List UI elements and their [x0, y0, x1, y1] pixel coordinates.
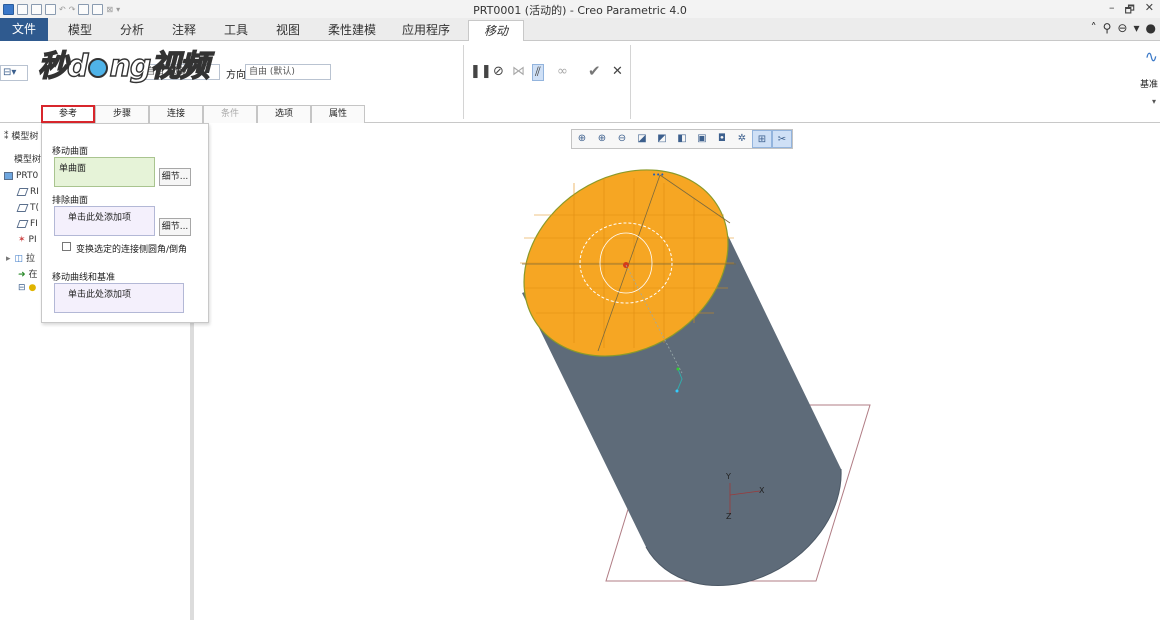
annotation-display-icon[interactable]: ✂ [772, 130, 792, 148]
tab-options[interactable]: 选项 [257, 105, 311, 123]
direction-field[interactable]: 自由 (默认) [245, 64, 331, 80]
dashboard-tabs: 参考 步骤 连接 条件 选项 属性 [41, 105, 365, 123]
feature-status-dot-icon: ● [28, 283, 37, 293]
exclude-surfaces-details-button[interactable]: 细节... [159, 218, 191, 236]
coordinate-system-icon: ✶ [18, 235, 26, 245]
tree-item-move-feature[interactable]: ⊟ ● [18, 283, 36, 293]
extrude-icon: ◫ [14, 254, 24, 264]
saved-orientations-icon[interactable]: ◧ [672, 130, 692, 148]
transform-rounds-label: 变换选定的连接侧圆角/倒角 [76, 245, 188, 255]
tab-model[interactable]: 模型 [58, 20, 102, 40]
tab-conditions[interactable]: 条件 [203, 105, 257, 123]
ribbon-tab-bar: 文件 模型 分析 注释 工具 视图 柔性建模 应用程序 移动 ˄ ⚲ ⊖ ▾ ● [0, 18, 1160, 42]
help-icon[interactable]: ⊖ [1117, 21, 1127, 35]
exclude-surfaces-collector[interactable]: 单击此处添加项 [54, 206, 155, 236]
datum-plane-icon [16, 203, 29, 212]
tab-analysis[interactable]: 分析 [110, 20, 154, 40]
model-viewport[interactable]: Y X Z ••• [194, 123, 1160, 620]
move-curves-label: 移动曲线和基准 [52, 273, 116, 283]
tree-item-top-plane[interactable]: T( [16, 203, 39, 213]
tab-file[interactable]: 文件 [0, 18, 48, 41]
move-surfaces-label: 移动曲面 [52, 147, 89, 157]
watermark-logo-icon [88, 57, 109, 78]
spin-center-icon[interactable]: ⊞ [752, 130, 772, 148]
watermark-text-after: ng视频 [109, 48, 210, 84]
ribbon-divider-2 [630, 45, 631, 119]
tab-move[interactable]: 移动 [468, 20, 524, 42]
zoom-in-icon[interactable]: ⊕ [592, 130, 612, 148]
graphics-area[interactable]: Y X Z ••• [194, 123, 1160, 620]
view-manager-icon[interactable]: ▣ [692, 130, 712, 148]
move-curves-collector[interactable]: 单击此处添加项 [54, 283, 184, 313]
tree-item-csys[interactable]: ✶ PI [18, 235, 37, 245]
dragger-handle-icon[interactable]: ••• [652, 171, 664, 179]
references-panel: 移动曲面 单曲面 细节... 排除曲面 单击此处添加项 细节... 变换选定的连… [41, 123, 209, 323]
tab-view[interactable]: 视图 [266, 20, 310, 40]
perspective-icon[interactable]: ◘ [712, 130, 732, 148]
datum-plane-icon [16, 187, 29, 196]
glasses-icon[interactable]: ∞ [557, 64, 568, 79]
pause-icon[interactable]: ❚❚ [470, 64, 492, 79]
cancel-x-icon[interactable]: ✕ [612, 64, 623, 79]
ribbon-divider [463, 45, 464, 119]
datum-group-label: 基准 [1139, 80, 1158, 90]
search-icon[interactable]: ⚲ [1103, 21, 1112, 35]
tree-item-extrude[interactable]: ▸ ◫ 拉 [6, 251, 35, 264]
minimize-ribbon-icon[interactable]: ˄ [1091, 21, 1097, 35]
display-style-icon[interactable]: ◩ [652, 130, 672, 148]
preview-frame-icon[interactable]: ⋈ [512, 64, 525, 79]
ribbon-right-tools: ˄ ⚲ ⊖ ▾ ● [1091, 21, 1156, 35]
watermark-text-before: 秒d [37, 48, 89, 84]
help-circle-icon[interactable]: ● [1146, 21, 1156, 35]
triad-y-dot [676, 367, 680, 371]
tree-item-front-plane[interactable]: FI [16, 219, 38, 229]
direction-label: 方向 [226, 70, 246, 81]
dropdown-icon[interactable]: ▾ [1133, 21, 1139, 35]
insert-arrow-icon: ➜ [18, 270, 26, 280]
exclude-surfaces-label: 排除曲面 [52, 196, 89, 206]
csys-x-label: X [759, 486, 765, 495]
transform-rounds-checkbox[interactable] [62, 242, 71, 251]
watermark: 秒d ng视频 [37, 41, 210, 85]
triad-z-dot [675, 389, 679, 393]
move-surfaces-collector[interactable]: 单曲面 [54, 157, 155, 187]
datum-display-icon[interactable]: ✲ [732, 130, 752, 148]
move-feature-icon: ⊟ [18, 283, 26, 293]
window-title: PRT0001 (活动的) - Creo Parametric 4.0 [473, 4, 687, 17]
tab-annotate[interactable]: 注释 [162, 20, 206, 40]
tab-tools[interactable]: 工具 [214, 20, 258, 40]
no-preview-icon[interactable]: ⊘ [493, 64, 504, 79]
graphics-toolbar: ⊕ ⊕ ⊖ ◪ ◩ ◧ ▣ ◘ ✲ ⊞ ✂ [571, 129, 793, 149]
repaint-icon[interactable]: ◪ [632, 130, 652, 148]
tab-steps[interactable]: 步骤 [95, 105, 149, 123]
tab-flexible-modeling[interactable]: 柔性建模 [320, 20, 384, 40]
tree-item-right-plane[interactable]: RI [16, 187, 39, 197]
refit-icon[interactable]: ⊕ [572, 130, 592, 148]
csys-y-label: Y [725, 472, 731, 481]
tab-applications[interactable]: 应用程序 [394, 20, 458, 40]
part-icon [4, 171, 13, 180]
creo-window: ↶ ↷ ⊠ ▾ PRT0001 (活动的) - Creo Parametric … [0, 0, 1160, 620]
tab-references[interactable]: 参考 [41, 105, 95, 123]
tab-attachment[interactable]: 连接 [149, 105, 203, 123]
csys-z-label: Z [726, 512, 732, 521]
move-surfaces-details-button[interactable]: 细节... [159, 168, 191, 186]
datum-dropdown-icon[interactable]: ▾ [1152, 97, 1156, 106]
tree-item-insert-here[interactable]: ➜ 在 [18, 267, 38, 280]
move-type-selector[interactable]: ⊟▾ [0, 65, 28, 81]
verify-mode-icon[interactable]: ⫽ [532, 64, 544, 81]
datum-plane-icon [16, 219, 29, 228]
model-tree-subheader: 模型树 [14, 155, 42, 165]
title-bar: ↶ ↷ ⊠ ▾ PRT0001 (活动的) - Creo Parametric … [0, 0, 1160, 18]
model-tree-header: ⁑ 模型树 [4, 132, 39, 142]
tab-properties[interactable]: 属性 [311, 105, 365, 123]
tree-item-part[interactable]: PRT0 [4, 171, 38, 181]
zoom-out-icon[interactable]: ⊖ [612, 130, 632, 148]
expand-arrow-icon[interactable]: ▸ [6, 254, 11, 264]
ok-check-icon[interactable]: ✔ [588, 62, 601, 80]
datum-curve-icon[interactable]: ∿ [1145, 47, 1158, 66]
